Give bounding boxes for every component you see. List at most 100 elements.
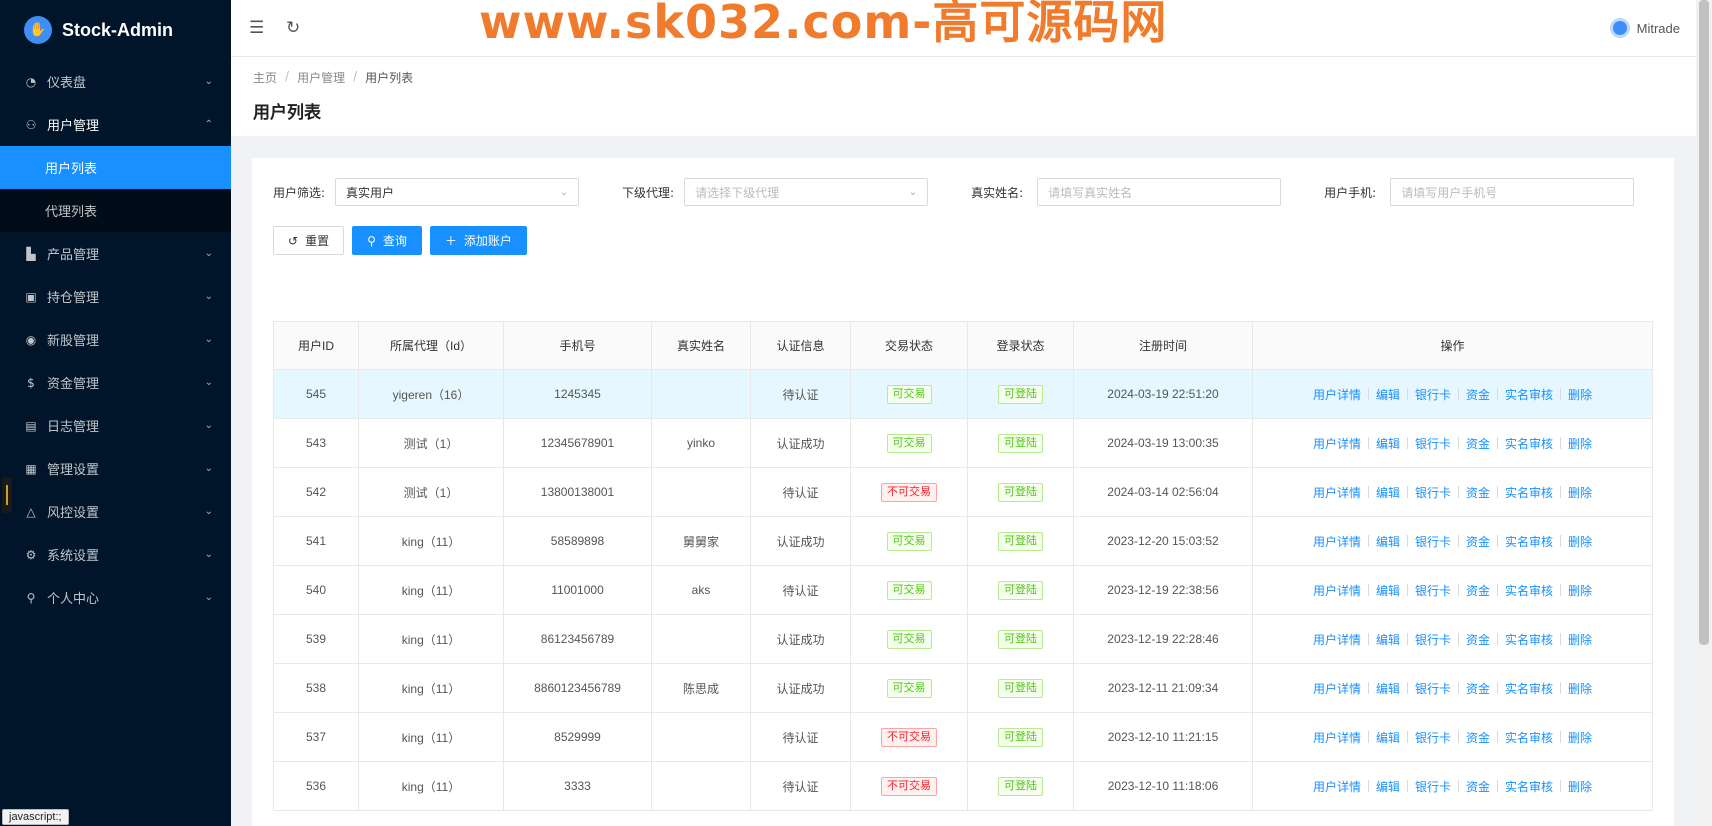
realname-review-link[interactable]: 实名审核: [1505, 435, 1553, 452]
delete-link[interactable]: 删除: [1568, 484, 1592, 501]
sidebar-drag-handle[interactable]: [2, 477, 12, 513]
logo[interactable]: ✋ Stock-Admin: [0, 0, 231, 60]
fund-link[interactable]: 资金: [1466, 533, 1490, 550]
col-header[interactable]: 注册时间: [1073, 321, 1253, 370]
user-detail-link[interactable]: 用户详情: [1313, 778, 1361, 795]
add-account-button[interactable]: ＋ 添加账户: [429, 226, 527, 255]
delete-link[interactable]: 删除: [1568, 631, 1592, 648]
fund-link[interactable]: 资金: [1466, 631, 1490, 648]
col-header[interactable]: 真实姓名: [651, 321, 751, 370]
edit-link[interactable]: 编辑: [1376, 386, 1400, 403]
fund-link[interactable]: 资金: [1466, 729, 1490, 746]
sub-item-agent-list[interactable]: 代理列表: [0, 189, 231, 232]
col-header[interactable]: 认证信息: [750, 321, 851, 370]
table-row[interactable]: 541 king（11） 58589898 舅舅家 认证成功 可交易 可登陆 2023-12-…: [273, 516, 1653, 566]
realname-review-link[interactable]: 实名审核: [1505, 631, 1553, 648]
delete-link[interactable]: 删除: [1568, 778, 1592, 795]
realname-review-link[interactable]: 实名审核: [1505, 729, 1553, 746]
menu-dashboard[interactable]: ◔ 仪表盘 ⌄: [0, 60, 231, 103]
menu-admin-settings[interactable]: ▦ 管理设置 ⌄: [0, 447, 231, 490]
table-row[interactable]: 542 测试（1） 13800138001 待认证 不可交易 可登陆 2024-03-14 …: [273, 467, 1653, 517]
refresh-icon[interactable]: ↻: [286, 18, 300, 38]
delete-link[interactable]: 删除: [1568, 680, 1592, 697]
fund-link[interactable]: 资金: [1466, 680, 1490, 697]
menu-position-management[interactable]: ▣ 持仓管理 ⌄: [0, 275, 231, 318]
bank-card-link[interactable]: 银行卡: [1415, 582, 1451, 599]
user-detail-link[interactable]: 用户详情: [1313, 533, 1361, 550]
edit-link[interactable]: 编辑: [1376, 484, 1400, 501]
delete-link[interactable]: 删除: [1568, 386, 1592, 403]
col-header[interactable]: 手机号: [503, 321, 652, 370]
scrollbar-thumb[interactable]: [1699, 0, 1709, 645]
fund-link[interactable]: 资金: [1466, 484, 1490, 501]
realname-review-link[interactable]: 实名审核: [1505, 680, 1553, 697]
bank-card-link[interactable]: 银行卡: [1415, 435, 1451, 452]
edit-link[interactable]: 编辑: [1376, 435, 1400, 452]
menu-fund-management[interactable]: $ 资金管理 ⌄: [0, 361, 231, 404]
delete-link[interactable]: 删除: [1568, 582, 1592, 599]
table-row[interactable]: 545 yigeren（16） 1245345 待认证 可交易 可登陆 2024-03-19…: [273, 369, 1653, 419]
menu-ipo-management[interactable]: ◉ 新股管理 ⌄: [0, 318, 231, 361]
table-row[interactable]: 536 king（11） 3333 待认证 不可交易 可登陆 2023-12-10 11:1…: [273, 761, 1653, 811]
table-row[interactable]: 538 king（11） 8860123456789 陈思成 认证成功 可交易 可登陆 202…: [273, 663, 1653, 713]
user-filter-select[interactable]: 真实用户 ⌄: [335, 178, 580, 206]
phone-input[interactable]: 请填写用户手机号: [1390, 178, 1635, 206]
realname-review-link[interactable]: 实名审核: [1505, 386, 1553, 403]
menu-fold-icon[interactable]: ☰: [249, 18, 264, 38]
user-detail-link[interactable]: 用户详情: [1313, 435, 1361, 452]
menu-user-management[interactable]: ⚇ 用户管理 ⌃: [0, 103, 231, 146]
breadcrumb-home[interactable]: 主页: [253, 69, 277, 86]
fund-link[interactable]: 资金: [1466, 386, 1490, 403]
col-header[interactable]: 用户ID: [273, 321, 359, 370]
fund-link[interactable]: 资金: [1466, 582, 1490, 599]
edit-link[interactable]: 编辑: [1376, 729, 1400, 746]
menu-profile[interactable]: ⚲ 个人中心 ⌄: [0, 576, 231, 619]
delete-link[interactable]: 删除: [1568, 533, 1592, 550]
col-header[interactable]: 交易状态: [850, 321, 968, 370]
edit-link[interactable]: 编辑: [1376, 680, 1400, 697]
menu-product-management[interactable]: ▙ 产品管理 ⌄: [0, 232, 231, 275]
user-detail-link[interactable]: 用户详情: [1313, 582, 1361, 599]
breadcrumb-section[interactable]: 用户管理: [297, 69, 345, 86]
table-row[interactable]: 537 king（11） 8529999 待认证 不可交易 可登陆 2023-12-10 1…: [273, 712, 1653, 762]
table-row[interactable]: 539 king（11） 86123456789 认证成功 可交易 可登陆 2023-12-…: [273, 614, 1653, 664]
edit-link[interactable]: 编辑: [1376, 778, 1400, 795]
edit-link[interactable]: 编辑: [1376, 582, 1400, 599]
bank-card-link[interactable]: 银行卡: [1415, 680, 1451, 697]
delete-link[interactable]: 删除: [1568, 729, 1592, 746]
user-detail-link[interactable]: 用户详情: [1313, 631, 1361, 648]
realname-review-link[interactable]: 实名审核: [1505, 582, 1553, 599]
user-menu[interactable]: Mitrade: [1609, 18, 1680, 38]
col-header[interactable]: 登录状态: [967, 321, 1074, 370]
realname-review-link[interactable]: 实名审核: [1505, 778, 1553, 795]
menu-system-settings[interactable]: ⚙ 系统设置 ⌄: [0, 533, 231, 576]
user-detail-link[interactable]: 用户详情: [1313, 386, 1361, 403]
bank-card-link[interactable]: 银行卡: [1415, 729, 1451, 746]
bank-card-link[interactable]: 银行卡: [1415, 533, 1451, 550]
menu-log-management[interactable]: ▤ 日志管理 ⌄: [0, 404, 231, 447]
bank-card-link[interactable]: 银行卡: [1415, 778, 1451, 795]
realname-input[interactable]: 请填写真实姓名: [1037, 178, 1282, 206]
table-row[interactable]: 540 king（11） 11001000 aks 待认证 可交易 可登陆 2023-12-1…: [273, 565, 1653, 615]
user-detail-link[interactable]: 用户详情: [1313, 484, 1361, 501]
bank-card-link[interactable]: 银行卡: [1415, 631, 1451, 648]
sub-item-user-list[interactable]: 用户列表: [0, 146, 231, 189]
fund-link[interactable]: 资金: [1466, 778, 1490, 795]
bank-card-link[interactable]: 银行卡: [1415, 484, 1451, 501]
menu-risk-settings[interactable]: △ 风控设置 ⌄: [0, 490, 231, 533]
delete-link[interactable]: 删除: [1568, 435, 1592, 452]
user-detail-link[interactable]: 用户详情: [1313, 680, 1361, 697]
realname-review-link[interactable]: 实名审核: [1505, 484, 1553, 501]
agent-filter-select[interactable]: 请选择下级代理 ⌄: [684, 178, 929, 206]
fund-link[interactable]: 资金: [1466, 435, 1490, 452]
edit-link[interactable]: 编辑: [1376, 631, 1400, 648]
page-scrollbar[interactable]: [1696, 0, 1712, 826]
realname-review-link[interactable]: 实名审核: [1505, 533, 1553, 550]
bank-card-link[interactable]: 银行卡: [1415, 386, 1451, 403]
table-row[interactable]: 543 测试（1） 12345678901 yinko 认证成功 可交易 可登陆 2024-0…: [273, 418, 1653, 468]
search-button[interactable]: ⚲ 查询: [352, 226, 422, 255]
user-detail-link[interactable]: 用户详情: [1313, 729, 1361, 746]
reset-button[interactable]: ↺ 重置: [273, 226, 345, 255]
edit-link[interactable]: 编辑: [1376, 533, 1400, 550]
col-header[interactable]: 所属代理（Id）: [358, 321, 504, 370]
